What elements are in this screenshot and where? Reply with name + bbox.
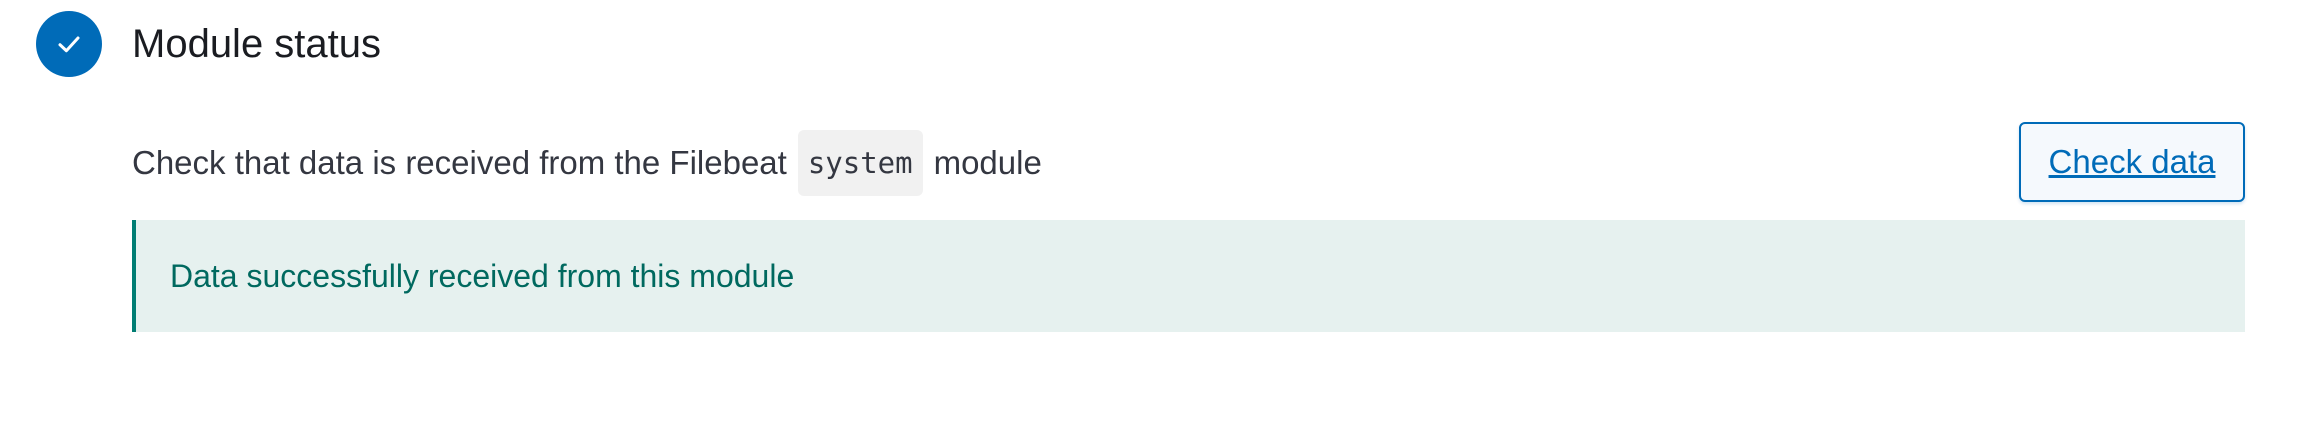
success-callout: Data successfully received from this mod… — [132, 220, 2245, 332]
description-prefix: Check that data is received from the Fil… — [132, 144, 787, 181]
module-status-step: Module status Check that data is receive… — [0, 0, 2310, 442]
check-data-button[interactable]: Check data — [2019, 122, 2245, 202]
step-title: Module status — [132, 22, 382, 66]
module-code: system — [797, 130, 923, 196]
description-suffix: module — [933, 144, 1042, 181]
check-icon — [58, 36, 80, 53]
step-complete-icon — [36, 11, 102, 77]
callout-message: Data successfully received from this mod… — [170, 257, 795, 294]
step-description: Check that data is received from the Fil… — [132, 130, 1042, 196]
